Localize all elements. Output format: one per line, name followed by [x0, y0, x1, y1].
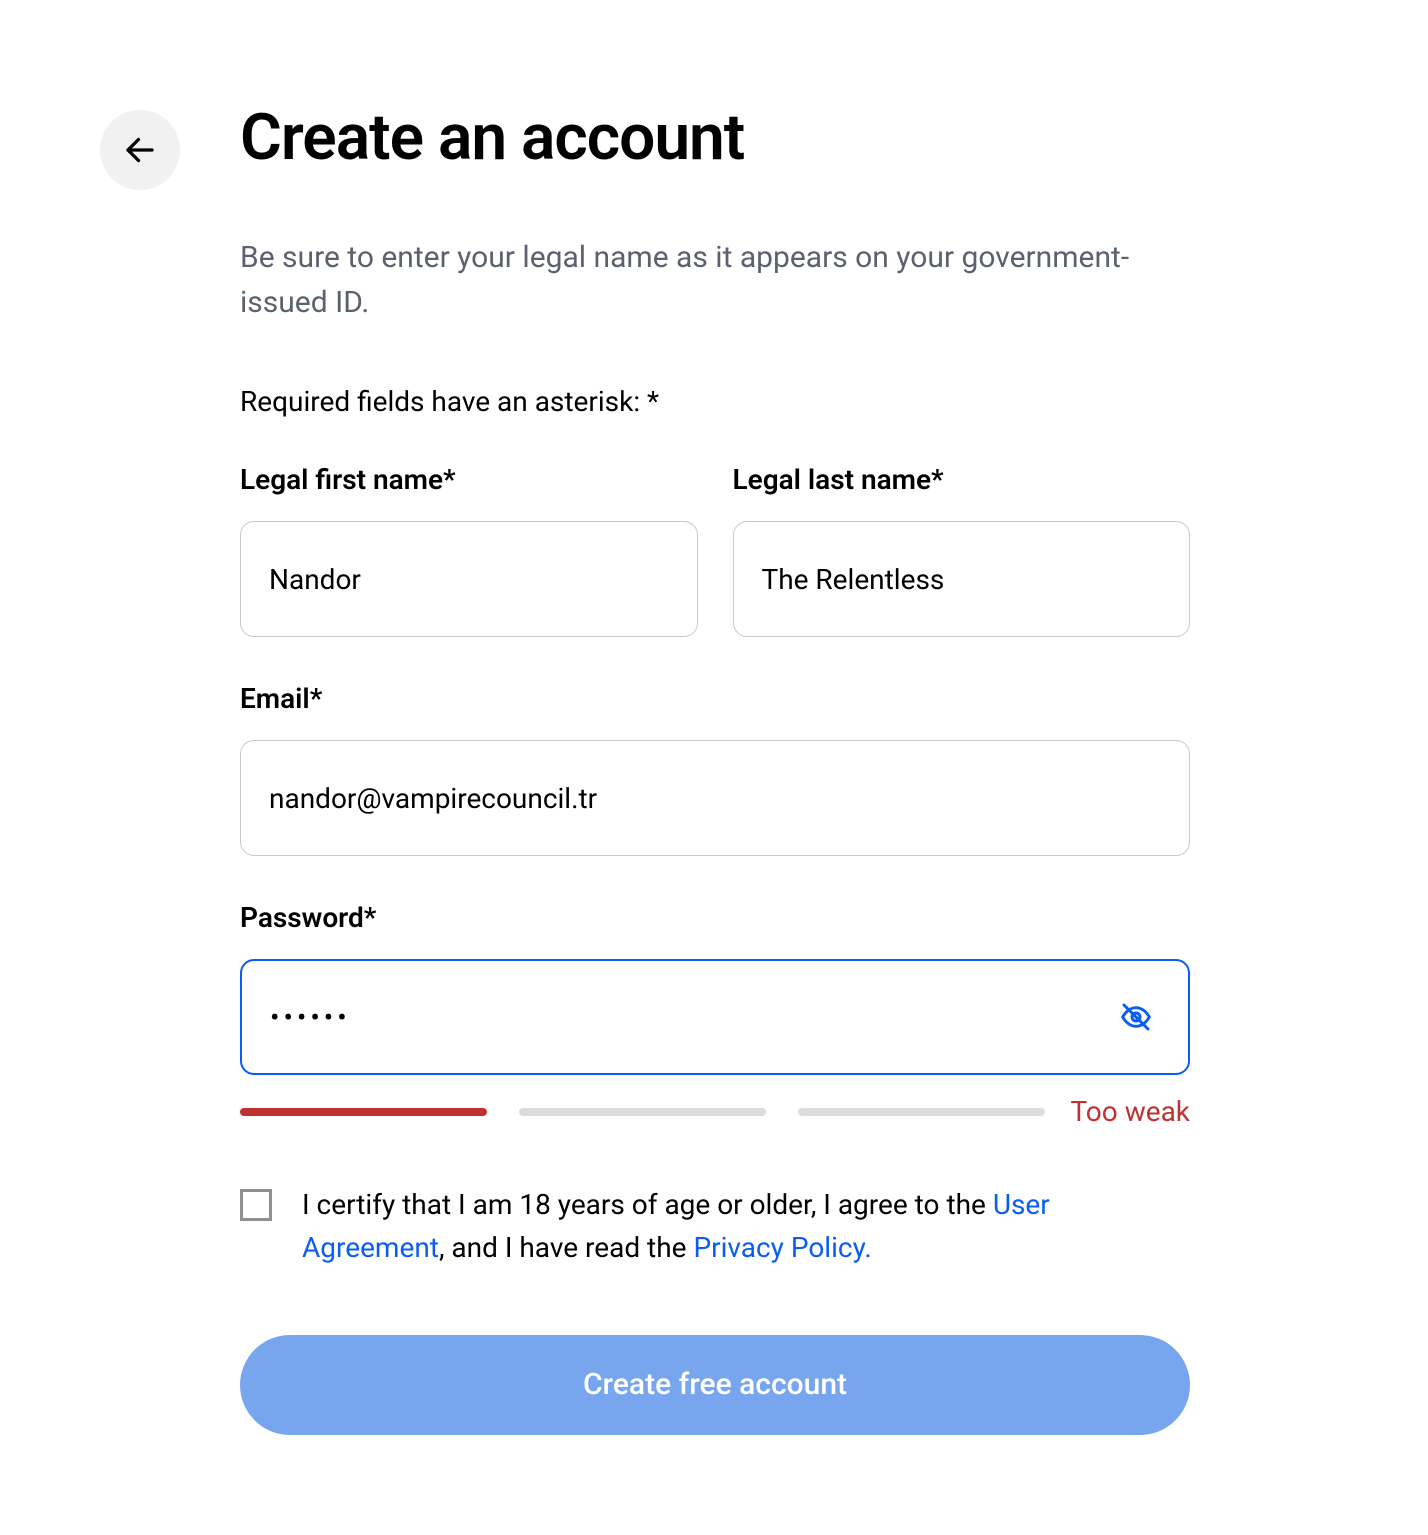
eye-off-icon: [1120, 1001, 1152, 1033]
page-title: Create an account: [240, 100, 1190, 175]
required-fields-note: Required fields have an asterisk: *: [240, 385, 1190, 418]
instruction-text: Be sure to enter your legal name as it a…: [240, 235, 1190, 325]
password-strength-meter: Too weak: [240, 1095, 1190, 1128]
arrow-left-icon: [122, 132, 158, 168]
back-button[interactable]: [100, 110, 180, 190]
first-name-input[interactable]: [240, 521, 698, 637]
consent-middle: , and I have read the: [439, 1231, 694, 1264]
consent-prefix: I certify that I am 18 years of age or o…: [302, 1188, 993, 1221]
first-name-label: Legal first name*: [240, 463, 698, 496]
toggle-password-visibility-button[interactable]: [1112, 993, 1160, 1041]
strength-bar-1: [240, 1108, 487, 1116]
password-strength-label: Too weak: [1070, 1095, 1190, 1128]
privacy-policy-link[interactable]: Privacy Policy.: [693, 1231, 871, 1264]
email-input[interactable]: [240, 740, 1190, 856]
last-name-input[interactable]: [733, 521, 1191, 637]
last-name-label: Legal last name*: [733, 463, 1191, 496]
age-consent-checkbox[interactable]: [240, 1189, 272, 1221]
password-label: Password*: [240, 901, 1190, 934]
create-account-button[interactable]: Create free account: [240, 1335, 1190, 1435]
password-input[interactable]: [240, 959, 1190, 1075]
consent-text: I certify that I am 18 years of age or o…: [302, 1183, 1190, 1270]
email-label: Email*: [240, 682, 1190, 715]
strength-bar-3: [798, 1108, 1045, 1116]
strength-bar-2: [519, 1108, 766, 1116]
signup-form: Create an account Be sure to enter your …: [240, 100, 1190, 1435]
